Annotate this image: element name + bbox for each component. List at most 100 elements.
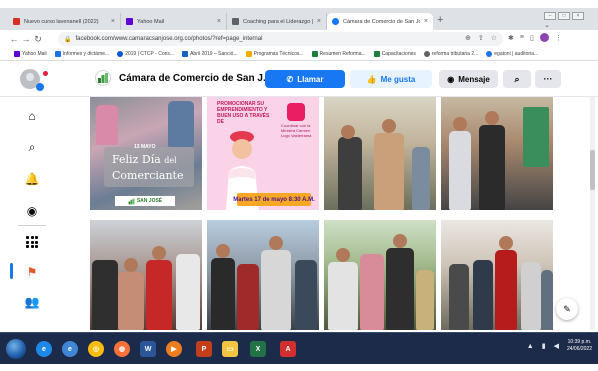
close-icon[interactable]: × (317, 18, 321, 25)
volume-icon[interactable]: ◀ (554, 342, 559, 350)
close-window-icon[interactable]: × (572, 12, 584, 20)
photo-figure (96, 105, 118, 145)
tab-label: Coaching para el Liderazgo | Fo (243, 18, 313, 25)
bookmark-item[interactable]: egatoni | auditoria... (486, 51, 538, 57)
share-icon[interactable]: ⇪ (478, 34, 484, 42)
chrome-icon[interactable]: ◎ (88, 341, 104, 357)
browser-toolbar: ← → ↻ 🔒 facebook.com/www.camaracsanjose.… (0, 30, 598, 48)
menu-grid-icon[interactable] (25, 235, 39, 249)
extension-puzzle-icon[interactable]: ✱ (508, 34, 514, 42)
menu-kebab-icon[interactable]: ⋮ (555, 34, 562, 42)
bookmark-item[interactable]: 2019 | CTCP - Cons... (117, 51, 174, 57)
more-options-button[interactable]: ··· (535, 70, 561, 88)
tab-gmail[interactable]: Nuevo curso lavenanell (2022) × (8, 13, 121, 30)
bookmark-item[interactable]: Yahoo Mail (14, 51, 47, 57)
browser-tab-strip: Nuevo curso lavenanell (2022) × Yahoo Ma… (0, 8, 598, 30)
photo-figure-head (152, 246, 166, 260)
photo-date-label: 13 MAYO (134, 144, 156, 150)
bookmarks-bar: Yahoo Mail Informes y dictáme... 2019 | … (0, 48, 598, 61)
taskbar-clock[interactable]: 10:39 p.m. 24/06/2022 (567, 339, 592, 353)
tab-label: Yahoo Mail (137, 18, 165, 25)
photo-figure-head (124, 258, 138, 272)
tray-arrow-icon[interactable]: ▲ (527, 343, 534, 350)
address-bar[interactable]: 🔒 facebook.com/www.camaracsanjose.org.co… (58, 32, 503, 46)
bookmark-item[interactable]: Resumen Reforma... (311, 51, 366, 57)
photo-figure (118, 272, 144, 330)
edge-icon[interactable]: e (36, 341, 52, 357)
photo-outdoor-meeting[interactable] (324, 220, 436, 330)
back-arrow-icon[interactable]: ← (8, 34, 20, 44)
profile-avatar[interactable] (539, 33, 549, 42)
photo-figure (386, 248, 414, 330)
like-button[interactable]: 👍 Me gusta (350, 70, 432, 88)
tab-camara-comercio[interactable]: Cámara de Comercio de San Jos × (327, 13, 433, 30)
edit-pencil-icon: ✎ (563, 303, 571, 314)
windows-start-button[interactable] (6, 339, 26, 359)
bookmark-item[interactable]: Capacitaciones (373, 51, 416, 57)
tab-search-icon[interactable]: ⌄ (544, 21, 550, 29)
new-tab-button[interactable]: + (437, 14, 443, 26)
close-icon[interactable]: × (424, 18, 428, 25)
page-search-button[interactable]: ⌕ (503, 70, 531, 88)
page-scrollbar[interactable] (590, 97, 595, 330)
photo-side-text: Coordinar con la Ministra Carmen Lugo Va… (281, 123, 312, 138)
groups-icon[interactable]: 👥 (25, 295, 40, 309)
excel-icon[interactable]: X (250, 341, 266, 357)
reload-icon[interactable]: ↻ (32, 34, 44, 45)
messenger-icon[interactable]: ◉ (25, 204, 39, 218)
acrobat-icon[interactable]: A (280, 341, 296, 357)
photo-street-group[interactable] (441, 220, 553, 330)
ie-icon[interactable]: e (62, 341, 78, 357)
bookmark-item[interactable]: Abril 2019 – Sanció... (182, 51, 238, 57)
photo-market-visit[interactable] (324, 97, 436, 210)
photo-promo-emprendimiento[interactable]: PROMOCIONAR SU EMPRENDIMIENTO Y BUEN USO… (207, 97, 319, 210)
event-date-text: Martes 17 de mayo 8:30 A.M. (233, 196, 315, 203)
clock-time: 10:39 p.m. (567, 339, 592, 345)
bookmark-star-icon[interactable]: ☆ (491, 34, 497, 42)
home-icon[interactable]: ⌂ (25, 109, 39, 123)
photo-store-visit[interactable] (441, 97, 553, 210)
bookmark-label: Programas Técnicos... (253, 51, 304, 57)
rail-divider (18, 225, 46, 226)
bookmark-item[interactable]: Programas Técnicos... (245, 51, 304, 57)
close-icon[interactable]: × (217, 18, 221, 25)
doc-icon (232, 18, 239, 25)
photo-group-street[interactable] (207, 220, 319, 330)
bookmark-item[interactable]: reforma tributaria 2... (423, 51, 478, 57)
photo-merchandise (523, 107, 549, 167)
url-text: facebook.com/www.camaracsanjose.org.co/p… (75, 36, 263, 42)
photo-figure-head (269, 236, 283, 250)
call-button[interactable]: ✆ Llamar (265, 70, 345, 88)
photo-feliz-dia-comerciante[interactable]: 13 MAYO Feliz Día del Comerciante SAN JO… (90, 97, 202, 210)
bookmark-label: 2019 | CTCP - Cons... (125, 51, 175, 57)
tab-yahoo-mail[interactable]: Yahoo Mail × (121, 13, 227, 30)
zoom-icon[interactable]: ⊕ (465, 34, 471, 42)
flag-icon[interactable]: ⚑ (25, 265, 39, 279)
new-message-button[interactable]: ✎ (556, 298, 578, 320)
tab-coaching[interactable]: Coaching para el Liderazgo | Fo × (227, 13, 327, 30)
facebook-left-rail: ⌂ ⌕ 🔔 ◉ ⚑ 👥 (0, 97, 60, 330)
file-explorer-icon[interactable]: ▭ (222, 341, 238, 357)
close-icon[interactable]: × (111, 18, 115, 25)
bell-icon[interactable]: 🔔 (25, 172, 40, 186)
scrollbar-thumb[interactable] (590, 150, 595, 190)
forward-arrow-icon[interactable]: → (20, 34, 32, 44)
photo-figure-head (499, 236, 513, 250)
photo-figure (473, 260, 493, 330)
message-button[interactable]: ◉ Mensaje (439, 70, 498, 88)
reading-list-icon[interactable]: ≡ (520, 34, 524, 41)
minimize-icon[interactable]: – (544, 12, 556, 20)
drive-icon (373, 51, 380, 57)
bookmark-item[interactable]: Informes y dictáme... (54, 51, 109, 57)
powerpoint-icon[interactable]: P (196, 341, 212, 357)
firefox-icon[interactable]: ◍ (114, 341, 130, 357)
media-player-icon[interactable]: ▶ (166, 341, 182, 357)
page-title[interactable]: Cámara de Comercio de San J... (119, 73, 271, 84)
side-panel-icon[interactable]: ▯ (530, 34, 534, 42)
photo-shop-owners[interactable] (90, 220, 202, 330)
word-icon[interactable]: W (140, 341, 156, 357)
maximize-icon[interactable]: □ (558, 12, 570, 20)
page-logo[interactable] (95, 70, 111, 86)
network-icon[interactable]: ▮ (542, 342, 546, 350)
search-icon[interactable]: ⌕ (25, 140, 39, 154)
